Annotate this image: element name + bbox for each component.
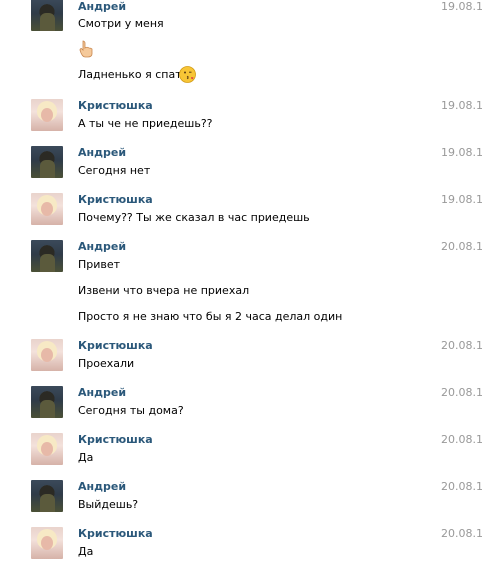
message-text: Выйдешь? [78,498,139,511]
message-text: Сегодня нет [78,164,151,177]
message-date[interactable]: 19.08.1 [441,146,483,160]
message-text: Проехали [78,357,135,370]
author-name[interactable]: Кристюшка [78,99,153,113]
message-text: Почему?? Ты же сказал в час приедешь [78,211,310,224]
message-text: Да [78,545,94,558]
message-text: Сегодня ты дома? [78,404,184,417]
kiss-face-icon [179,66,196,83]
kristina-avatar[interactable] [31,433,63,465]
message-text: Ладненько я спать [78,68,189,81]
author-name[interactable]: Андрей [78,240,126,254]
message-text: А ты че не приедешь?? [78,117,213,130]
message-text: Привет [78,258,121,271]
kristina-avatar[interactable] [31,339,63,371]
message-date[interactable]: 19.08.1 [441,193,483,207]
author-name[interactable]: Андрей [78,146,126,160]
andrey-avatar[interactable] [31,146,63,178]
message-text: Да [78,451,94,464]
message-date[interactable]: 19.08.1 [441,0,483,14]
message-date[interactable]: 20.08.1 [441,480,483,494]
message-text: Смотри у меня [78,17,164,30]
kristina-avatar[interactable] [31,99,63,131]
message-date[interactable]: 20.08.1 [441,527,483,541]
message-text: Извени что вчера не приехал [78,284,250,297]
author-name[interactable]: Кристюшка [78,193,153,207]
author-name[interactable]: Андрей [78,0,126,14]
andrey-avatar[interactable] [31,0,63,31]
message-date[interactable]: 20.08.1 [441,386,483,400]
message-text: Просто я не знаю что бы я 2 часа делал о… [78,310,343,323]
author-name[interactable]: Андрей [78,480,126,494]
author-name[interactable]: Андрей [78,386,126,400]
message-date[interactable]: 20.08.1 [441,240,483,254]
kristina-avatar[interactable] [31,193,63,225]
andrey-avatar[interactable] [31,240,63,272]
message-date[interactable]: 20.08.1 [441,339,483,353]
author-name[interactable]: Кристюшка [78,433,153,447]
author-name[interactable]: Кристюшка [78,339,153,353]
pointing-hand-icon [79,40,93,58]
kristina-avatar[interactable] [31,527,63,559]
andrey-avatar[interactable] [31,386,63,418]
author-name[interactable]: Кристюшка [78,527,153,541]
message-history: Андрей 19.08.1 Смотри у меня Ладненько я… [0,0,485,571]
message-date[interactable]: 19.08.1 [441,99,483,113]
message-date[interactable]: 20.08.1 [441,433,483,447]
andrey-avatar[interactable] [31,480,63,512]
